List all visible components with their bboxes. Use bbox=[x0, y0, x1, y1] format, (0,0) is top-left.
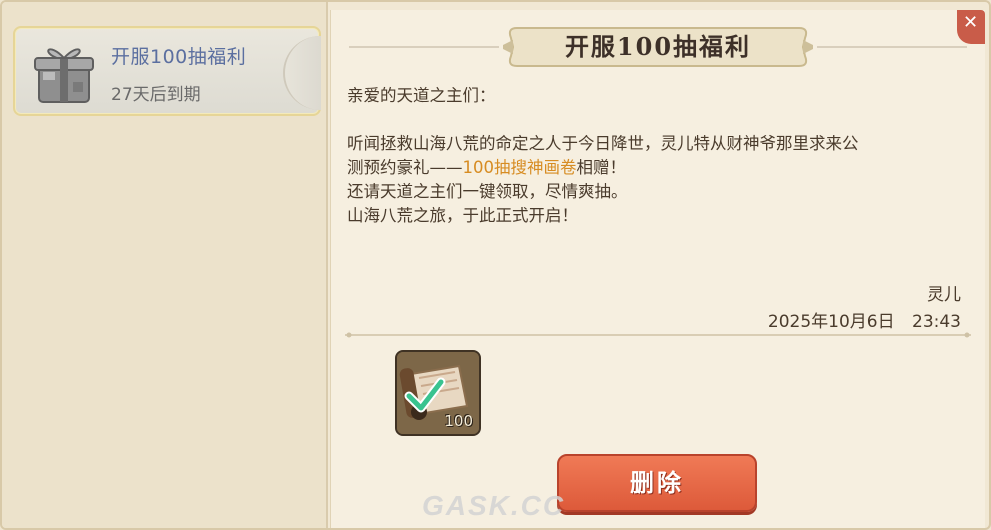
banner-right-ornament bbox=[817, 46, 967, 48]
mail-item-expiry: 27天后到期 bbox=[111, 85, 201, 105]
attachment-count: 100 bbox=[444, 412, 473, 430]
mail-list-item[interactable]: 开服100抽福利 27天后到期 bbox=[13, 26, 321, 116]
mail-line-2-prefix: 测预约豪礼—— bbox=[347, 158, 463, 177]
mail-greeting: 亲爱的天道之主们： bbox=[347, 86, 496, 105]
reward-highlight: 100抽搜神画卷 bbox=[462, 158, 577, 177]
mail-window: 开服100抽福利 27天后到期 ✕ 开服100抽福利 亲爱的天道之主们： 听闻拯… bbox=[0, 0, 991, 530]
close-button[interactable]: ✕ bbox=[957, 10, 985, 44]
mail-signature: 灵儿 bbox=[927, 285, 961, 305]
site-watermark: GASK.CC bbox=[422, 490, 566, 521]
mail-item-title: 开服100抽福利 bbox=[111, 46, 247, 68]
selected-notch bbox=[283, 36, 321, 110]
banner-left-ornament bbox=[349, 46, 499, 48]
mail-list-sidebar: 开服100抽福利 27天后到期 bbox=[2, 2, 328, 528]
mail-date: 2025年10月6日 23:43 bbox=[767, 312, 961, 332]
close-icon: ✕ bbox=[963, 12, 979, 33]
mail-line-3: 还请天道之主们一键领取，尽情爽抽。 bbox=[347, 182, 628, 201]
mail-line-1: 听闻拯救山海八荒的命定之人于今日降世，灵儿特从财神爷那里求来公 bbox=[347, 134, 859, 153]
mail-body: 亲爱的天道之主们： 听闻拯救山海八荒的命定之人于今日降世，灵儿特从财神爷那里求来… bbox=[347, 84, 977, 228]
mail-content-panel: ✕ 开服100抽福利 亲爱的天道之主们： 听闻拯救山海八荒的命定之人于今日降世，… bbox=[330, 10, 985, 528]
mail-banner: 开服100抽福利 bbox=[503, 24, 813, 70]
mail-title: 开服100抽福利 bbox=[564, 32, 752, 61]
mail-line-2-suffix: 相赠！ bbox=[576, 158, 627, 177]
section-divider bbox=[345, 332, 971, 338]
attachment-item[interactable]: 100 bbox=[395, 350, 481, 436]
mail-line-4: 山海八荒之旅，于此正式开启！ bbox=[347, 206, 578, 225]
gift-box-icon bbox=[34, 48, 94, 103]
mail-line-2: 测预约豪礼——100抽搜神画卷相赠！ bbox=[347, 156, 977, 180]
delete-button[interactable]: 删除 bbox=[557, 454, 757, 512]
